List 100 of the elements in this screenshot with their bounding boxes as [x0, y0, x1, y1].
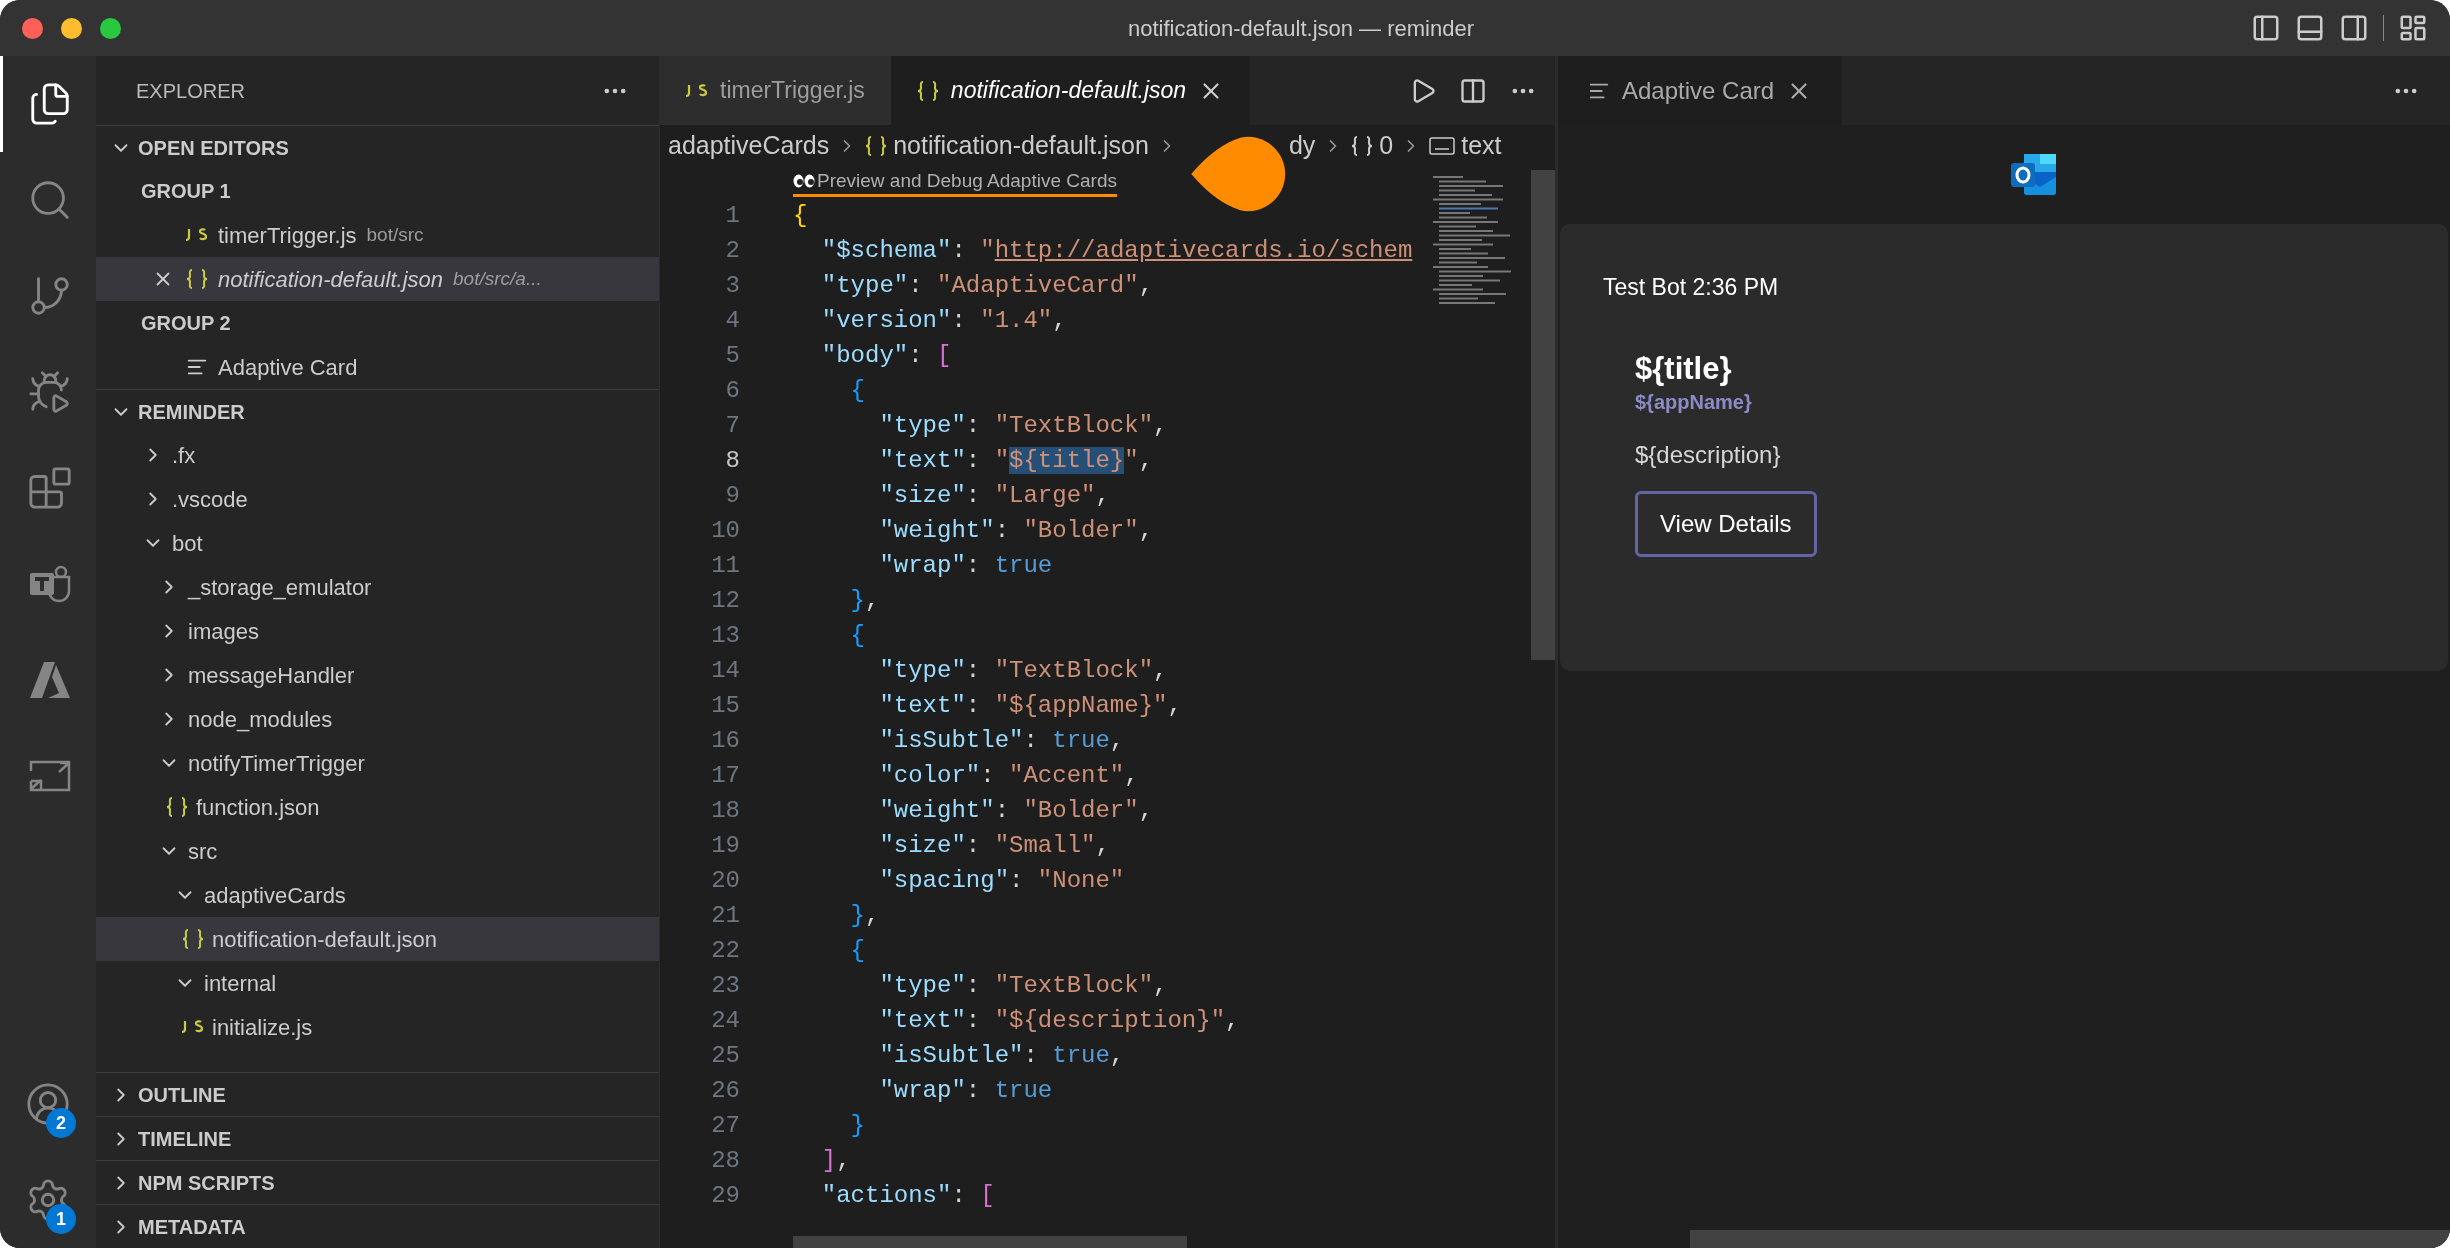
editor-tab[interactable]: timerTrigger.js [660, 56, 891, 125]
code-line: "weight": "Bolder", [878, 795, 1154, 826]
code-line: "text": "${appName}", [878, 690, 1182, 721]
code-line: "version": "1.4", [820, 305, 1067, 336]
js-file-icon [182, 1020, 204, 1034]
breadcrumb-item[interactable]: text [1429, 126, 1502, 165]
code-line: "size": "Large", [878, 480, 1110, 511]
section-header[interactable]: OUTLINE [96, 1072, 659, 1116]
curly-braces-icon [166, 797, 188, 817]
sidebar-title: EXPLORER [136, 78, 245, 104]
folder-item[interactable]: internal [96, 961, 659, 1005]
file-item[interactable]: function.json [96, 785, 659, 829]
scrollbar-thumb[interactable] [793, 1236, 1187, 1248]
file-item[interactable]: notification-default.json [96, 917, 659, 961]
group-label: GROUP 2 [141, 311, 231, 336]
editor-tab[interactable]: notification-default.json [890, 56, 1251, 125]
minimize-window-button[interactable] [61, 17, 82, 39]
toggle-sidebar-icon[interactable] [2251, 13, 2281, 43]
open-editor-item[interactable]: timerTrigger.js bot/src [96, 213, 659, 257]
folder-item[interactable]: node_modules [96, 697, 659, 741]
line-number: 14 [710, 655, 740, 686]
folder-item[interactable]: notifyTimerTrigger [96, 741, 659, 785]
code-line: "size": "Small", [878, 830, 1110, 861]
section-header[interactable]: METADATA [96, 1204, 659, 1248]
section-header[interactable]: REMINDER [96, 389, 659, 433]
code-line: "spacing": "None" [878, 865, 1125, 896]
line-number: 29 [710, 1180, 740, 1211]
open-editor-item[interactable]: notification-default.json bot/src/a... [96, 257, 659, 301]
code-line: }, [849, 900, 880, 931]
folder-item[interactable]: .fx [96, 433, 659, 477]
code-line: { [849, 935, 865, 966]
view-details-button[interactable]: View Details [1635, 490, 1817, 557]
file-path: bot/src [366, 222, 424, 247]
line-number: 22 [710, 935, 740, 966]
folder-item[interactable]: src [96, 829, 659, 873]
code-line: "$schema": "http://adaptivecards.io/schem [820, 235, 1413, 266]
mail-app-icon [2010, 152, 2058, 197]
close-window-button[interactable] [22, 17, 43, 39]
line-number: 24 [710, 1005, 740, 1036]
toggle-panel-icon[interactable] [2295, 13, 2325, 43]
zoom-window-button[interactable] [100, 17, 121, 39]
activity-bar-item[interactable]: 2 [0, 1056, 96, 1152]
section-header[interactable]: OPEN EDITORS [96, 125, 659, 169]
code-line: "text": "${description}", [878, 1005, 1240, 1036]
section-header[interactable]: NPM SCRIPTS [96, 1160, 659, 1204]
code-line: "type": "TextBlock", [878, 655, 1168, 686]
scrollbar-thumb[interactable] [1531, 170, 1555, 660]
line-number: 23 [710, 970, 740, 1001]
window-title: notification-default.json — reminder [1127, 14, 1475, 43]
customize-layout-icon[interactable] [2398, 13, 2428, 43]
curly-braces-icon [1351, 135, 1374, 156]
js-file-icon [686, 83, 708, 98]
line-number: 3 [724, 270, 740, 301]
code-line: "isSubtle": true, [878, 725, 1125, 756]
extensions-icon [26, 465, 73, 511]
open-editor-item[interactable]: Adaptive Card [96, 345, 659, 389]
folder-item[interactable]: bot [96, 521, 659, 565]
line-number: 10 [710, 515, 740, 546]
file-item[interactable]: initialize.js [96, 1005, 659, 1049]
line-number: 25 [710, 1040, 740, 1071]
notification-badge: 1 [46, 1204, 76, 1234]
line-number: 1 [724, 200, 740, 231]
folder-item[interactable]: images [96, 609, 659, 653]
line-number: 13 [710, 620, 740, 651]
line-number: 11 [710, 550, 740, 581]
folder-item[interactable]: adaptiveCards [96, 873, 659, 917]
card-description: ${description} [1635, 439, 1781, 470]
preview-debug-link[interactable]: Preview and Debug Adaptive Cards [793, 167, 1117, 197]
section-header[interactable]: TIMELINE [96, 1116, 659, 1160]
card-subtitle: ${appName} [1635, 389, 1752, 415]
code-line: { [849, 375, 865, 406]
eyes-icon [793, 173, 815, 188]
breadcrumb-item[interactable]: dy [1288, 126, 1316, 165]
split-editor-icon[interactable] [1459, 76, 1487, 105]
breadcrumb-item[interactable]: 0 [1351, 126, 1394, 165]
folder-item[interactable]: messageHandler [96, 653, 659, 697]
code-line: "isSubtle": true, [878, 1040, 1125, 1071]
code-line: }, [849, 585, 880, 616]
breadcrumb-item[interactable]: adaptiveCards [668, 126, 830, 165]
line-number: 20 [710, 865, 740, 896]
line-number: 7 [724, 410, 740, 441]
code-line: "wrap": true [878, 1075, 1053, 1106]
toggle-secondary-sidebar-icon[interactable] [2339, 13, 2369, 43]
breadcrumb-item[interactable]: notification-default.json [865, 126, 1149, 165]
line-number: 19 [710, 830, 740, 861]
string-icon [1429, 136, 1456, 155]
line-number: 5 [724, 340, 740, 371]
code-line: "weight": "Bolder", [878, 515, 1154, 546]
activity-bar-item[interactable]: 1 [0, 1152, 96, 1248]
code-line: "body": [ [820, 340, 952, 371]
line-number: 18 [710, 795, 740, 826]
code-line: "wrap": true [878, 550, 1053, 581]
preview-tab[interactable]: Adaptive Card [1558, 56, 1843, 125]
line-number: 17 [710, 760, 740, 791]
code-line: "color": "Accent", [878, 760, 1139, 791]
folder-item[interactable]: .vscode [96, 477, 659, 521]
scrollbar-thumb[interactable] [1690, 1230, 2450, 1248]
folder-item[interactable]: _storage_emulator [96, 565, 659, 609]
card-header: Test Bot 2:36 PM [1603, 273, 1780, 302]
line-number: 9 [724, 480, 740, 511]
